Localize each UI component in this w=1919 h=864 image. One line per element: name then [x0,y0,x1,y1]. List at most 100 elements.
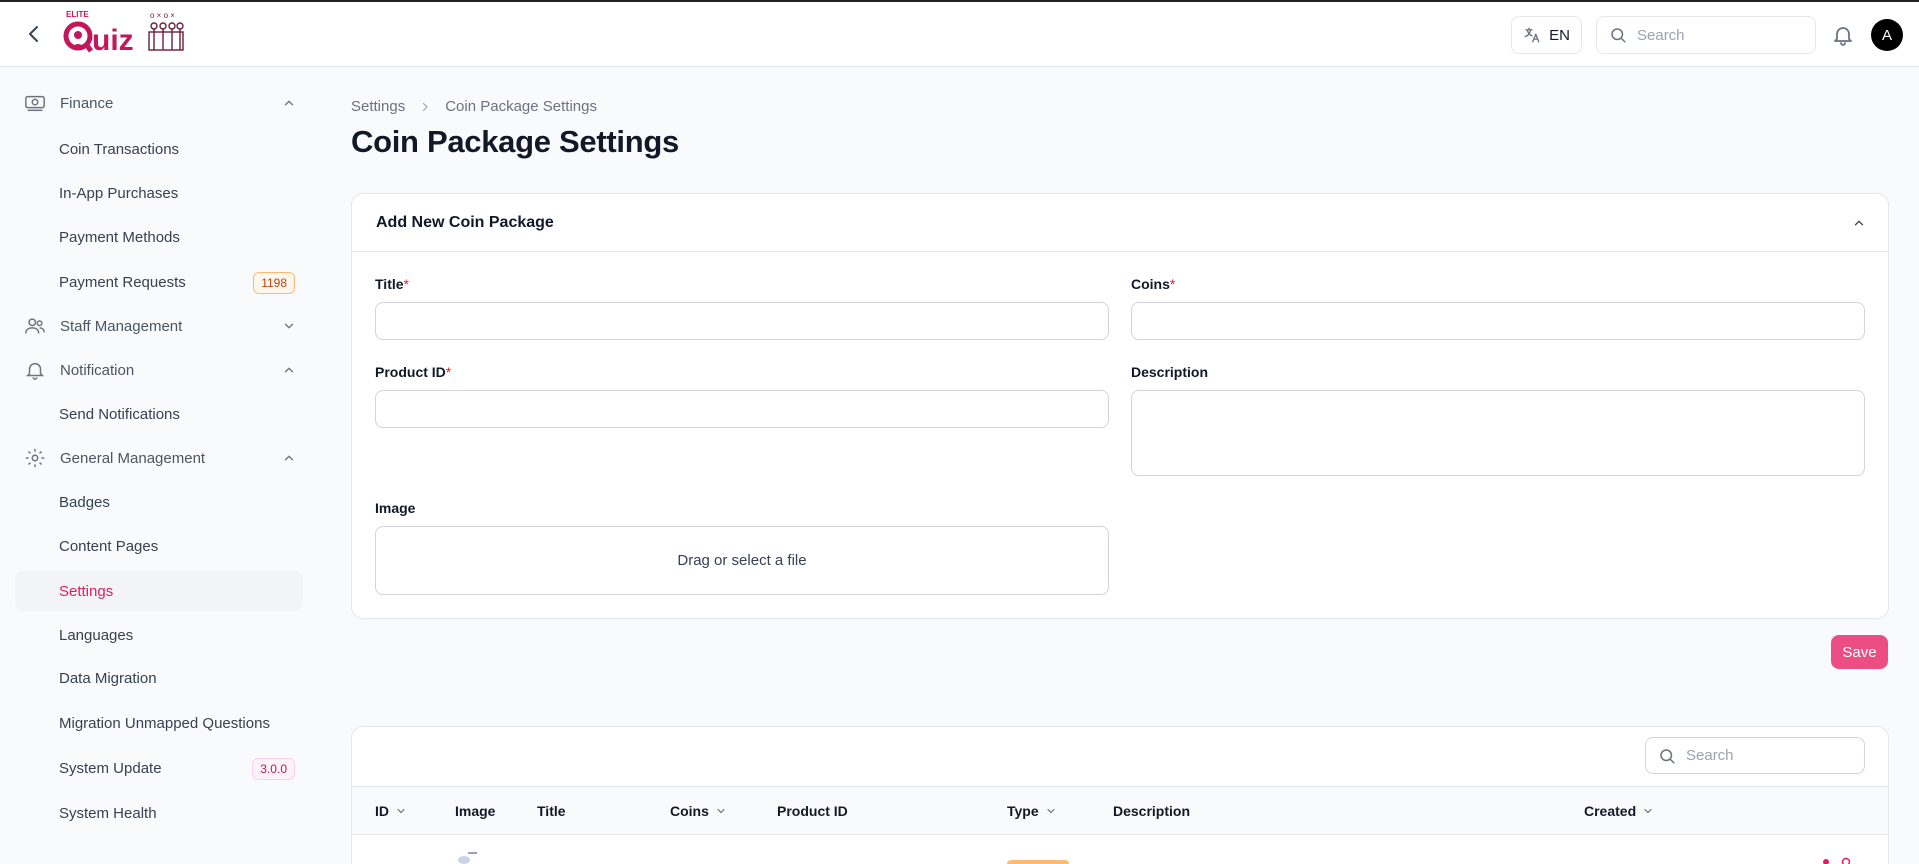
users-icon [25,318,45,334]
sidebar-item-send-notifications[interactable]: Send Notifications [15,394,303,434]
sidebar-group-notification[interactable]: Notification [24,354,294,386]
sidebar-item-label: Languages [59,626,134,644]
sidebar-item-label: Settings [59,582,114,600]
product-id-input[interactable] [375,390,1109,428]
sidebar-group-general-management[interactable]: General Management [24,442,294,474]
svg-text:uiz: uiz [92,24,134,57]
chevron-up-icon [284,367,294,373]
sidebar-item-label: Badges [59,493,110,511]
sidebar-item-label: Payment Requests [59,273,186,291]
bell-icon [25,362,45,380]
chevron-right-icon [423,102,429,111]
global-search-input[interactable] [1637,26,1787,44]
description-label: Description [1131,364,1209,380]
sidebar-group-label: Finance [60,94,114,112]
coin-package-thumbnail [458,852,477,864]
column-header-label: Product ID [777,803,848,819]
sidebar-group-label: General Management [60,449,206,467]
sidebar-item-settings[interactable]: Settings [15,571,303,611]
sidebar-item-coin-transactions[interactable]: Coin Transactions [15,129,303,169]
sidebar-group-staff-management[interactable]: Staff Management [24,310,294,342]
bell-icon[interactable] [1831,23,1855,47]
dropzone-text: Drag or select a file [677,552,807,569]
column-header-id[interactable]: ID [375,803,407,819]
sidebar-item-label: In-App Purchases [59,184,179,202]
sidebar: ooo Finance Coin Transactions In-App Pur… [0,67,320,864]
column-header-coins[interactable]: Coins [670,803,727,819]
save-button[interactable]: Save [1831,635,1888,669]
gear-icon [25,448,45,468]
column-header-type[interactable]: Type [1007,803,1057,819]
sidebar-item-payment-requests[interactable]: Payment Requests 1198 [15,262,303,302]
chevron-left-icon[interactable] [22,22,46,46]
required-mark: * [1169,276,1176,292]
sidebar-group-label: Staff Management [60,317,183,335]
sidebar-item-label: Data Migration [59,669,157,687]
sidebar-item-payment-methods[interactable]: Payment Methods [15,217,303,257]
required-mark: * [403,276,409,292]
sidebar-item-in-app-purchases[interactable]: In-App Purchases [15,173,303,213]
sidebar-group-label: Notification [60,361,135,379]
search-icon [1660,748,1675,763]
chevron-up-icon [284,455,294,461]
sidebar-item-content-pages[interactable]: Content Pages [15,526,303,566]
column-header-label: Description [1113,803,1191,819]
sidebar-scrolled-icon: ooo [24,67,46,70]
user-avatar[interactable]: A [1871,19,1903,51]
language-switcher[interactable]: EN [1511,16,1582,54]
column-header-product-id: Product ID [777,803,848,819]
sidebar-item-languages[interactable]: Languages [15,615,303,655]
card-header[interactable]: Add New Coin Package [352,194,1888,252]
sidebar-item-label: Send Notifications [59,405,180,423]
section-title: Add New Coin Package [376,213,554,231]
row-actions-icon[interactable] [1816,856,1856,864]
sidebar-item-migration-unmapped-questions[interactable]: Migration Unmapped Questions [15,703,303,743]
column-header-label: ID [375,803,389,819]
image-dropzone[interactable]: Drag or select a file [375,526,1109,595]
column-header-label: Created [1584,803,1637,819]
chevron-down-icon [284,323,294,329]
chevron-down-icon [1047,808,1055,814]
search-icon [1611,28,1626,43]
translate-icon [1524,27,1540,43]
column-header-label: Image [455,803,496,819]
money-icon [25,95,45,112]
payment-requests-count-badge: 1198 [253,272,295,294]
image-label: Image [375,500,416,516]
app-logo[interactable]: ELITE uiz o × o × [60,8,190,60]
breadcrumb: Settings Coin Package Settings [351,98,597,115]
product-id-label-text: Product ID [375,364,446,380]
column-header-title: Title [537,803,566,819]
logo-elite-text: ELITE [66,10,89,19]
coins-label-text: Coins [1131,276,1170,292]
title-label: Title* [375,276,409,292]
breadcrumb-settings-link[interactable]: Settings [351,98,405,115]
chevron-up-icon [284,100,294,106]
chevron-up-icon[interactable] [1852,216,1866,230]
column-header-description: Description [1113,803,1190,819]
sidebar-item-badges[interactable]: Badges [15,482,303,522]
system-version-badge: 3.0.0 [252,758,295,780]
column-header-created[interactable]: Created [1584,803,1654,819]
table-search-input[interactable] [1686,747,1836,764]
sidebar-item-system-health[interactable]: System Health [15,793,303,833]
coins-input[interactable] [1131,302,1865,340]
sidebar-item-label: Coin Transactions [59,140,180,158]
global-search[interactable] [1596,16,1816,54]
svg-text:o × o ×: o × o × [150,11,175,20]
sidebar-item-label: System Update [59,759,162,777]
sidebar-group-finance[interactable]: Finance [24,87,294,119]
sidebar-item-system-update[interactable]: System Update 3.0.0 [15,748,303,788]
add-coin-package-card: Add New Coin Package Title* Coins* Produ… [351,193,1889,619]
sidebar-item-data-migration[interactable]: Data Migration [15,658,303,698]
sidebar-item-label: Migration Unmapped Questions [59,714,270,732]
chevron-down-icon [717,808,725,814]
product-id-label: Product ID* [375,364,451,380]
column-header-label: Title [537,803,566,819]
title-input[interactable] [375,302,1109,340]
sidebar-item-label: System Health [59,804,157,822]
table-search[interactable] [1645,737,1865,774]
table-header: ID Image Title Coins Product ID Type Des… [352,786,1888,835]
description-textarea[interactable] [1131,390,1865,476]
column-header-label: Type [1007,803,1039,819]
